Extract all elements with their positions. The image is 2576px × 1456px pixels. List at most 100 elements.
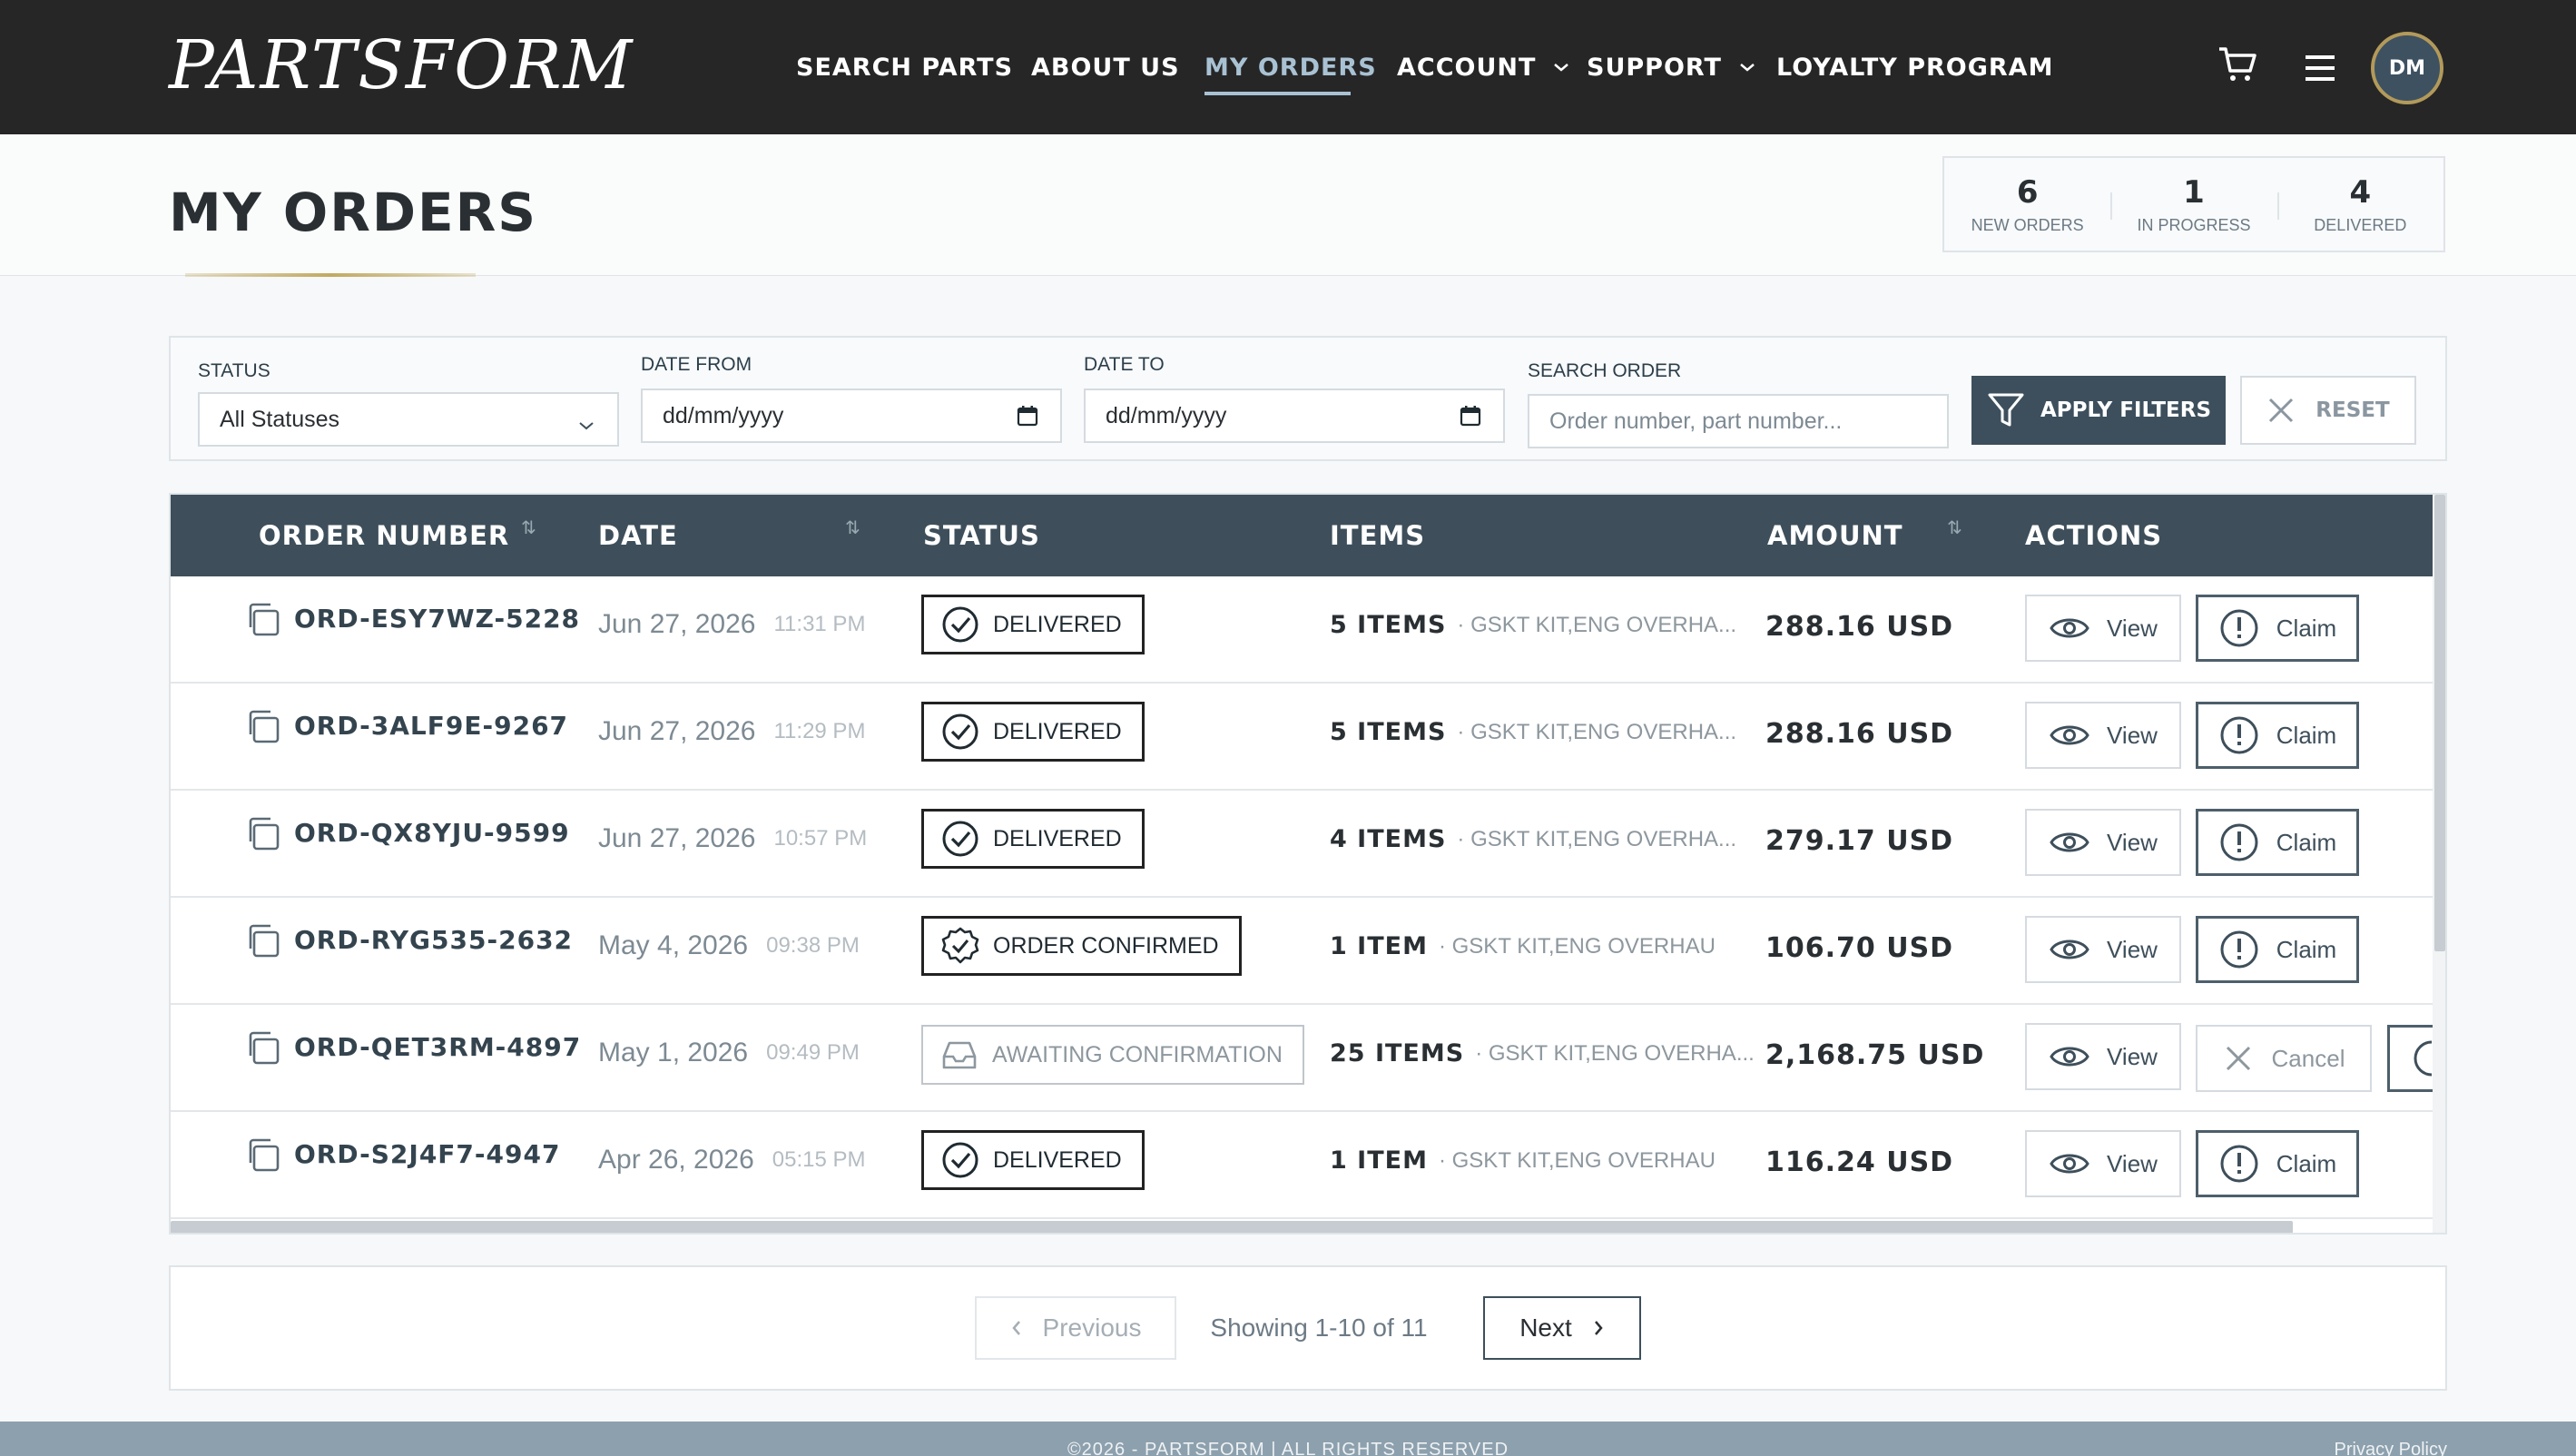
nav-loyalty-program[interactable]: LOYALTY PROGRAM (1776, 0, 2053, 134)
view-order-button[interactable]: View (2025, 1023, 2181, 1090)
sort-icon[interactable]: ⇅ (1947, 516, 1962, 539)
items-description: · GSKT KIT,ENG OVERHAU (1438, 1147, 1716, 1173)
col-order-number[interactable]: ORDER NUMBER (259, 495, 509, 576)
items-count: 25 ITEMS (1330, 1039, 1465, 1067)
next-page-button[interactable]: Next (1483, 1296, 1641, 1360)
claim-label: Claim (2276, 828, 2337, 856)
view-order-button[interactable]: View (2025, 809, 2181, 876)
items-description: · GSKT KIT,ENG OVERHAU (1438, 933, 1716, 959)
nav-support[interactable]: SUPPORT (1587, 0, 1756, 134)
col-date[interactable]: DATE (598, 495, 678, 576)
search-order-input[interactable]: Order number, part number... (1528, 394, 1949, 448)
filter-icon (1986, 390, 2026, 430)
cancel-order-button[interactable]: Cancel (2196, 1025, 2372, 1092)
order-number: ORD-S2J4F7-4947 (294, 1139, 560, 1169)
copy-order-icon[interactable] (243, 814, 281, 852)
items-description: · GSKT KIT,ENG OVERHA... (1457, 612, 1737, 637)
nav-my-orders[interactable]: MY ORDERS (1204, 0, 1377, 134)
status-icon (939, 1035, 979, 1075)
order-items: 5 ITEMS · GSKT KIT,ENG OVERHA... (1330, 611, 1736, 639)
user-avatar[interactable]: DM (2371, 32, 2443, 104)
view-order-button[interactable]: View (2025, 702, 2181, 769)
claim-button[interactable]: Claim (2196, 595, 2359, 662)
partsform-logo[interactable]: PARTSFORM (169, 24, 634, 107)
copy-order-icon[interactable] (243, 1028, 281, 1067)
status-text: DELIVERED (993, 1146, 1122, 1173)
order-items: 1 ITEM · GSKT KIT,ENG OVERHAU (1330, 1146, 1716, 1175)
nav-search-parts[interactable]: SEARCH PARTS (796, 0, 1013, 134)
reset-button[interactable]: RESET (2240, 376, 2416, 445)
logo-text: PARTSFORM (169, 26, 634, 104)
status-icon (940, 712, 980, 752)
claim-button[interactable]: Claim (2196, 702, 2359, 769)
status-badge: ORDER CONFIRMED (921, 916, 1242, 976)
view-label: View (2107, 721, 2158, 749)
apply-filters-label: APPLY FILTERS (2040, 398, 2212, 422)
order-items: 1 ITEM · GSKT KIT,ENG OVERHAU (1330, 932, 1716, 960)
status-select-value: All Statuses (220, 406, 340, 432)
apply-filters-button[interactable]: APPLY FILTERS (1971, 376, 2226, 445)
date-from-input[interactable]: dd/mm/yyyy (641, 389, 1062, 443)
date-to-label: DATE TO (1084, 354, 1165, 375)
chevron-down-icon (1738, 62, 1756, 73)
view-order-button[interactable]: View (2025, 916, 2181, 983)
copy-order-icon[interactable] (243, 1136, 281, 1174)
search-order-label: SEARCH ORDER (1528, 360, 1682, 381)
copy-order-icon[interactable] (243, 707, 281, 745)
items-count: 5 ITEMS (1330, 611, 1447, 639)
horizontal-scrollbar-thumb[interactable] (171, 1221, 2293, 1233)
order-date-text: Apr 26, 2026 (598, 1145, 754, 1175)
menu-icon[interactable] (2304, 53, 2336, 88)
order-time-text: 09:49 PM (766, 1040, 860, 1065)
claim-button[interactable]: Claim (2196, 809, 2359, 876)
stat-label: NEW ORDERS (1971, 215, 2084, 234)
status-text: DELIVERED (993, 718, 1122, 744)
calendar-icon[interactable] (1017, 405, 1038, 433)
stat-delivered: 4 DELIVERED (2276, 158, 2443, 251)
order-date: May 4, 2026 09:38 PM (598, 930, 860, 961)
eye-icon (2049, 829, 2090, 856)
stat-label: IN PROGRESS (2137, 215, 2251, 234)
col-items: ITEMS (1330, 520, 1426, 551)
cart-icon[interactable] (2217, 44, 2258, 90)
date-to-input[interactable]: dd/mm/yyyy (1084, 389, 1505, 443)
status-text: ORDER CONFIRMED (993, 932, 1219, 959)
table-row: ORD-QET3RM-4897 May 1, 2026 09:49 PM AWAITI… (171, 1005, 2442, 1112)
view-order-button[interactable]: View (2025, 595, 2181, 662)
sort-icon[interactable]: ⇅ (845, 516, 860, 539)
view-label: View (2107, 614, 2158, 642)
order-items: 4 ITEMS · GSKT KIT,ENG OVERHA... (1330, 825, 1736, 853)
footer: ©2026 - PARTSFORM | ALL RIGHTS RESERVED … (0, 1422, 2576, 1456)
amount-text: 288.16 USD (1765, 718, 1954, 750)
vertical-scrollbar-thumb[interactable] (2434, 495, 2445, 951)
claim-button[interactable]: Claim (2196, 916, 2359, 983)
order-number-text: ORD-ESY7WZ-5228 (294, 604, 581, 634)
order-number-text: ORD-RYG535-2632 (294, 925, 574, 955)
previous-page-button[interactable]: Previous (975, 1296, 1176, 1360)
nav-about-us[interactable]: ABOUT US (1031, 0, 1180, 134)
order-time-text: 09:38 PM (766, 933, 860, 958)
sort-icon[interactable]: ⇅ (521, 516, 536, 539)
view-order-button[interactable]: View (2025, 1130, 2181, 1197)
order-items: 25 ITEMS · GSKT KIT,ENG OVERHA... (1330, 1039, 1755, 1067)
nav-account[interactable]: ACCOUNT (1397, 0, 1570, 134)
view-label: View (2107, 935, 2158, 963)
copy-order-icon[interactable] (243, 921, 281, 959)
calendar-icon[interactable] (1460, 405, 1481, 433)
previous-label: Previous (1042, 1313, 1142, 1342)
chevron-down-icon (577, 412, 595, 438)
table-row: ORD-RYG535-2632 May 4, 2026 09:38 PM ORDER … (171, 898, 2433, 1005)
claim-button[interactable]: Claim (2196, 1130, 2359, 1197)
status-filter-label: STATUS (198, 360, 270, 381)
status-select[interactable]: All Statuses (198, 392, 619, 447)
copy-order-icon[interactable] (243, 600, 281, 638)
nav-support-label: SUPPORT (1587, 53, 1722, 82)
stat-value: 4 (2349, 173, 2372, 211)
order-date: Jun 27, 2026 11:29 PM (598, 716, 865, 747)
order-date: May 1, 2026 09:49 PM (598, 1038, 860, 1068)
status-icon (940, 605, 980, 644)
copyright-text: ©2026 - PARTSFORM | ALL RIGHTS RESERVED (1067, 1440, 1509, 1456)
privacy-policy-link[interactable]: Privacy Policy (2335, 1440, 2447, 1456)
col-amount[interactable]: AMOUNT (1767, 495, 1903, 576)
status-text: DELIVERED (993, 825, 1122, 851)
